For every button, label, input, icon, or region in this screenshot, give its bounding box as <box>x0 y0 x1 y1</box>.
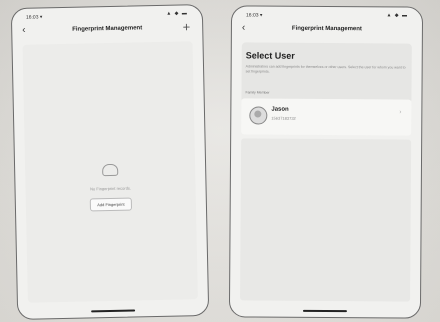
status-time: 16:03 ▾ <box>246 12 263 19</box>
empty-state-text: No Fingerprint records. <box>90 185 132 192</box>
page-title: Fingerprint Management <box>291 25 362 33</box>
avatar <box>249 106 268 125</box>
empty-state: No Fingerprint records. Add Fingerprint <box>25 161 196 213</box>
phone-screen-select-user: 16:03 ▾ ▲ ◆ ▬ ‹ Fingerprint Management S… <box>228 5 424 319</box>
chevron-right-icon: › <box>399 109 402 116</box>
status-icons: ▲ ◆ ▬ <box>386 12 409 19</box>
status-icons: ▲ ◆ ▬ <box>166 10 188 17</box>
content-area: No Fingerprint records. Add Fingerprint <box>22 41 198 303</box>
add-icon[interactable]: + <box>182 19 190 34</box>
user-phone: 15637183732 <box>271 115 296 121</box>
home-indicator <box>302 309 347 313</box>
phone-screen-fingerprint-list: 16:03 ▾ ▲ ◆ ▬ ‹ Fingerprint Management +… <box>10 4 210 320</box>
user-list-item[interactable]: Jason 15637183732 › <box>241 98 412 136</box>
user-name: Jason <box>271 106 289 113</box>
list-area <box>240 138 412 302</box>
add-fingerprint-button[interactable]: Add Fingerprint <box>90 197 132 212</box>
section-label: Family Member <box>245 90 270 95</box>
nav-bar: ‹ Fingerprint Management + <box>12 19 202 41</box>
empty-box-icon <box>102 163 119 177</box>
status-time: 16:03 ▾ <box>25 14 43 21</box>
select-user-heading: Select User <box>245 50 295 61</box>
select-user-description: Administrators can add fingerprints for … <box>245 64 406 74</box>
nav-bar: ‹ Fingerprint Management <box>232 20 422 39</box>
page-title: Fingerprint Management <box>72 25 143 33</box>
home-indicator <box>91 309 136 313</box>
